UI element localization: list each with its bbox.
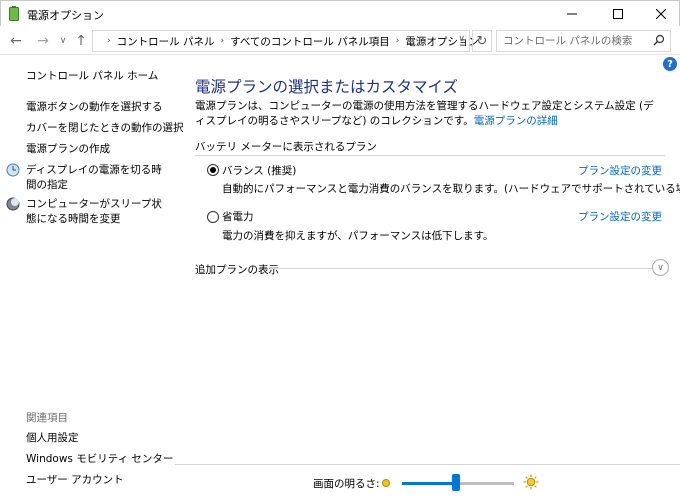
address-dropdown-icon[interactable]: ∨	[458, 34, 465, 44]
up-arrow-icon: ↑	[75, 33, 87, 49]
maximize-button[interactable]	[596, 1, 640, 27]
help-button[interactable]: ?	[663, 57, 677, 71]
chevron-down-icon: ∨	[59, 36, 67, 46]
plan-power-saver-change-link[interactable]: プラン設定の変更	[578, 209, 662, 224]
bottom-divider	[175, 464, 680, 465]
related-user-accounts[interactable]: ユーザー アカウント	[26, 473, 124, 488]
minimize-icon	[567, 13, 577, 15]
title-bar: 電源オプション	[0, 0, 680, 26]
brightness-slider-thumb[interactable]	[451, 474, 460, 491]
close-icon	[656, 9, 666, 19]
maximize-icon	[613, 9, 623, 19]
breadcrumb-separator-icon[interactable]: ›	[396, 36, 400, 46]
brightness-slider-fill	[402, 482, 456, 485]
section-label: バッテリ メーターに表示されるプラン	[195, 141, 377, 153]
search-input[interactable]	[497, 31, 647, 51]
battery-app-icon	[9, 6, 19, 21]
address-toolbar: ← → ∨ ↑ › コントロール パネル › すべてのコントロール パネル項目 …	[0, 27, 680, 55]
related-heading: 関連項目	[26, 412, 68, 424]
back-arrow-icon: ←	[10, 33, 22, 49]
section-divider	[195, 155, 665, 156]
left-pane: コントロール パネル ホーム 電源ボタンの動作を選択する カバーを閉じたときの動…	[0, 56, 184, 504]
related-mobility-center[interactable]: Windows モビリティ センター	[26, 452, 173, 467]
plan-balanced-radio[interactable]	[207, 164, 219, 176]
related-personalization[interactable]: 個人用設定	[26, 431, 79, 446]
breadcrumb-control-panel[interactable]: コントロール パネル	[117, 34, 215, 49]
breadcrumb-power-options[interactable]: 電源オプション	[405, 34, 479, 49]
chevron-down-icon: ∨	[657, 262, 664, 273]
display-clock-icon	[6, 163, 20, 177]
forward-button[interactable]: →	[33, 31, 53, 51]
close-button[interactable]	[639, 1, 680, 27]
page-description: 電源プランは、コンピューターの電源の使用方法を管理するハードウェア設定とシステム…	[195, 99, 663, 129]
expand-more-plans-button[interactable]: ∨	[652, 259, 669, 276]
search-box[interactable]	[496, 30, 671, 52]
recent-locations-button[interactable]: ∨	[56, 31, 70, 51]
up-button[interactable]: ↑	[72, 31, 90, 51]
more-plans-label[interactable]: 追加プランの表示	[195, 262, 279, 277]
sleep-moon-icon	[6, 197, 20, 211]
refresh-icon: ↻	[476, 33, 488, 49]
sidebar-control-panel-home[interactable]: コントロール パネル ホーム	[26, 69, 158, 84]
window-title: 電源オプション	[27, 9, 104, 22]
description-text: 電源プランは、コンピューターの電源の使用方法を管理するハードウェア設定とシステム…	[195, 100, 654, 127]
sidebar-item-display-off[interactable]: ディスプレイの電源を切る時間の指定	[26, 163, 171, 193]
sidebar-item-sleep-time[interactable]: コンピューターがスリープ状態になる時間を変更	[26, 197, 171, 227]
forward-arrow-icon: →	[37, 33, 49, 49]
sidebar-item-create-plan[interactable]: 電源プランの作成	[26, 142, 110, 157]
minimize-button[interactable]	[550, 1, 594, 27]
brightness-low-icon	[382, 479, 390, 487]
breadcrumb-separator-icon[interactable]: ›	[220, 36, 224, 46]
more-plans-divider	[270, 268, 652, 269]
back-button[interactable]: ←	[6, 31, 26, 51]
sidebar-item-power-button[interactable]: 電源ボタンの動作を選択する	[26, 100, 163, 115]
plan-balanced-desc: 自動的にパフォーマンスと電力消費のバランスを取ります。(ハードウェアでサポートさ…	[222, 183, 680, 195]
brightness-high-icon	[523, 474, 539, 490]
brightness-label: 画面の明るさ:	[313, 478, 380, 490]
plan-power-saver-desc: 電力の消費を抑えますが、パフォーマンスは低下します。	[222, 230, 494, 242]
refresh-button[interactable]: ↻	[472, 30, 492, 52]
sidebar-item-lid-close[interactable]: カバーを閉じたときの動作の選択	[26, 121, 184, 136]
search-icon[interactable]	[653, 34, 665, 46]
plan-power-saver-name[interactable]: 省電力	[222, 209, 254, 224]
plan-balanced-name[interactable]: バランス (推奨)	[222, 163, 296, 178]
breadcrumb-separator-icon: ›	[107, 36, 111, 46]
breadcrumb-all-items[interactable]: すべてのコントロール パネル項目	[230, 34, 390, 49]
power-plan-details-link[interactable]: 電源プランの詳細	[474, 115, 558, 127]
help-icon: ?	[667, 58, 673, 70]
address-bar[interactable]: › コントロール パネル › すべてのコントロール パネル項目 › 電源オプショ…	[92, 30, 479, 52]
page-title: 電源プランの選択またはカスタマイズ	[195, 78, 459, 96]
plan-power-saver-radio[interactable]	[207, 211, 219, 223]
plan-balanced-change-link[interactable]: プラン設定の変更	[578, 163, 662, 178]
